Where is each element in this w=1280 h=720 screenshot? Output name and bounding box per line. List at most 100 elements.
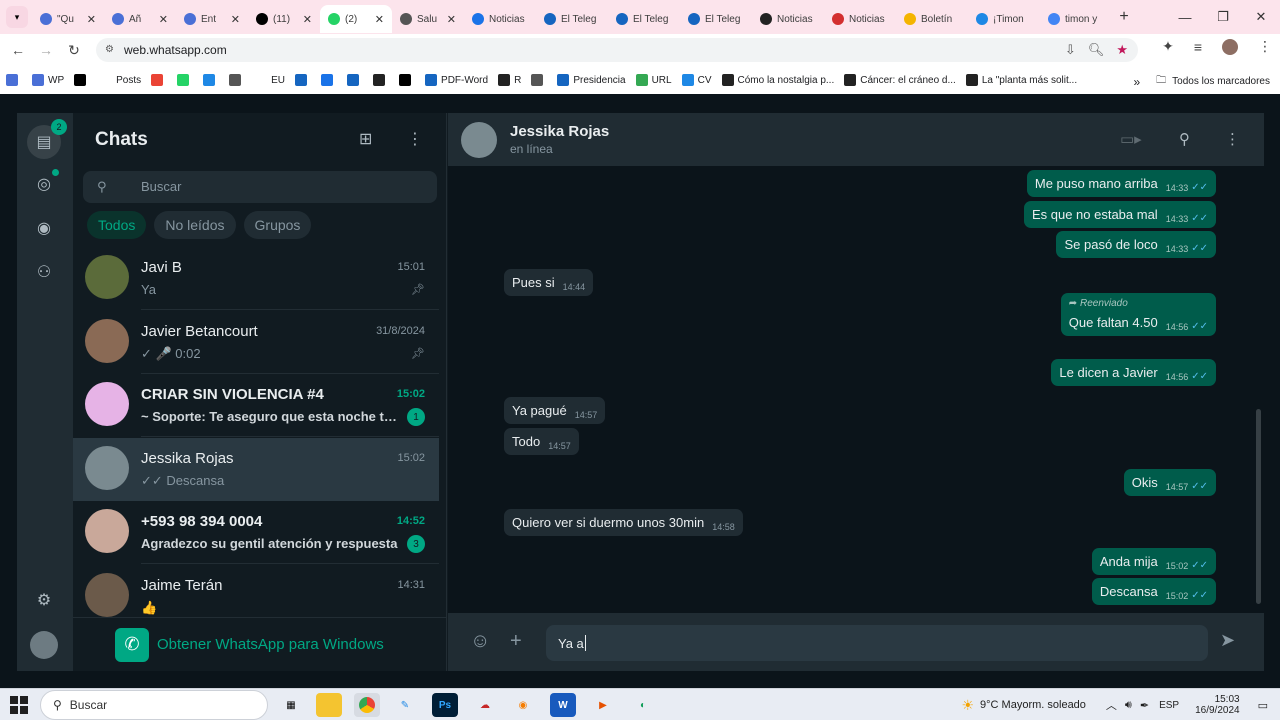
taskbar-search[interactable]: ⚲ Buscar xyxy=(40,690,268,720)
bookmark-item[interactable]: PDF-Word xyxy=(425,74,488,86)
site-info-icon[interactable]: ⚙ xyxy=(105,44,117,56)
bookmark-item[interactable] xyxy=(177,74,193,86)
tab-close-icon[interactable]: ✕ xyxy=(87,13,96,26)
language-indicator[interactable]: ESP xyxy=(1159,700,1179,711)
new-chat-icon[interactable]: ⊞ xyxy=(359,129,372,149)
task-view-icon[interactable]: ▦ xyxy=(278,693,304,717)
new-tab-button[interactable]: + xyxy=(1112,8,1136,26)
get-whatsapp-windows[interactable]: ✆ Obtener WhatsApp para Windows xyxy=(73,617,447,671)
browser-tab[interactable]: El Teleg xyxy=(608,5,680,33)
settings-icon[interactable]: ⚙ xyxy=(31,587,57,613)
browser-tab[interactable]: (2) ✕ xyxy=(320,5,392,33)
tab-close-icon[interactable]: ✕ xyxy=(231,13,240,26)
outgoing-message[interactable]: Se pasó de loco 14:33 ✓✓ xyxy=(1056,231,1216,258)
media-player-icon[interactable]: ▶ xyxy=(590,693,616,717)
chat-list-item[interactable]: Jessika Rojas ✓✓ Descansa 15:02 xyxy=(73,437,439,501)
tab-close-icon[interactable]: ✕ xyxy=(375,13,384,26)
emoji-icon[interactable]: ☺ xyxy=(470,630,490,653)
incoming-message[interactable]: Ya pagué 14:57 xyxy=(504,397,606,424)
browser-tab[interactable]: Noticias xyxy=(752,5,824,33)
tab-close-icon[interactable]: ✕ xyxy=(303,13,312,26)
reload-icon[interactable]: ↻ xyxy=(60,42,88,59)
notes-app-icon[interactable]: ✎ xyxy=(392,693,418,717)
incoming-message[interactable]: Todo 14:57 xyxy=(504,428,579,455)
incoming-message[interactable]: Quiero ver si duermo unos 30min 14:58 xyxy=(504,509,743,536)
url-bar[interactable]: ⚙ web.whatsapp.com ⇩ 🔍︎ ★ xyxy=(96,38,1138,62)
bookmark-item[interactable]: R xyxy=(498,74,521,86)
photoshop-icon[interactable]: Ps xyxy=(432,693,458,717)
browser-tab[interactable]: El Teleg xyxy=(680,5,752,33)
word-icon[interactable]: W xyxy=(550,693,576,717)
close-window-icon[interactable]: ✕ xyxy=(1242,9,1280,25)
pen-icon[interactable]: ✒ xyxy=(1140,699,1149,712)
browser-tab[interactable]: Boletín xyxy=(896,5,968,33)
chat-list-item[interactable]: +593 98 394 0004 Agradezco su gentil aten… xyxy=(73,501,439,564)
browser-tab[interactable]: Noticias xyxy=(824,5,896,33)
browser-menu-icon[interactable]: ⋮ xyxy=(1258,38,1272,55)
channels-icon[interactable]: ◉ xyxy=(31,215,57,241)
send-icon[interactable]: ➤ xyxy=(1220,630,1235,651)
zoom-icon[interactable]: 🔍︎ xyxy=(1088,42,1105,58)
bookmark-item[interactable] xyxy=(74,74,90,86)
outgoing-message[interactable]: Descansa 15:02 ✓✓ xyxy=(1091,578,1216,605)
browser-tab[interactable]: Añ ✕ xyxy=(104,5,176,33)
profile-avatar-icon[interactable] xyxy=(1222,38,1238,55)
cloud-app-icon[interactable]: ☁ xyxy=(472,693,498,717)
bookmark-item[interactable] xyxy=(295,74,311,86)
extensions-icon[interactable]: ✦ xyxy=(1162,38,1174,55)
tray-chevron-icon[interactable]: ︿ xyxy=(1106,697,1117,713)
outgoing-message[interactable]: ➦ Reenviado Que faltan 4.50 14:56 ✓✓ xyxy=(1060,293,1216,336)
conversation-header[interactable]: Jessika Rojas en línea ▭▸ ⚲ ⋮ xyxy=(448,113,1264,166)
browser-tab[interactable]: Noticias xyxy=(464,5,536,33)
restore-icon[interactable]: ❐ xyxy=(1204,9,1242,25)
chat-list-item[interactable]: Javi B Ya 15:01 📌︎ xyxy=(73,247,439,310)
minimize-icon[interactable]: — xyxy=(1166,10,1204,25)
outgoing-message[interactable]: Es que no estaba mal 14:33 ✓✓ xyxy=(1023,201,1216,228)
back-icon[interactable]: ← xyxy=(4,42,32,58)
message-input[interactable]: Ya a xyxy=(546,625,1208,661)
incoming-message[interactable]: Pues si 14:44 xyxy=(504,269,594,296)
tab-close-icon[interactable]: ✕ xyxy=(447,13,456,26)
chrome-icon[interactable] xyxy=(354,693,380,717)
bookmark-item[interactable]: Presidencia xyxy=(557,74,626,86)
bookmark-item[interactable] xyxy=(373,74,389,86)
browser-tab[interactable]: El Teleg xyxy=(536,5,608,33)
bookmark-item[interactable]: La "planta más solit... xyxy=(965,74,1077,86)
bookmark-item[interactable] xyxy=(6,74,22,86)
forward-icon[interactable]: → xyxy=(32,42,60,58)
bookmark-item[interactable] xyxy=(151,74,167,86)
attach-icon[interactable]: + xyxy=(510,630,522,653)
bookmark-star-icon[interactable]: ★ xyxy=(1116,42,1128,58)
scrollbar[interactable] xyxy=(1256,409,1261,604)
outgoing-message[interactable]: Anda mija 15:02 ✓✓ xyxy=(1091,548,1216,575)
file-explorer-icon[interactable] xyxy=(316,693,342,717)
volume-icon[interactable]: 🔊︎ xyxy=(1125,699,1132,712)
communities-icon[interactable]: ⚇ xyxy=(31,259,57,285)
outgoing-message[interactable]: Le dicen a Javier 14:56 ✓✓ xyxy=(1051,359,1216,386)
chats-rail-icon[interactable]: ▤ 2 xyxy=(27,119,67,159)
chat-list-item[interactable]: CRIAR SIN VIOLENCIA #4 ~ Soporte: Te aseg… xyxy=(73,374,439,437)
notifications-icon[interactable]: ▭ xyxy=(1258,699,1268,712)
install-app-icon[interactable]: ⇩ xyxy=(1065,42,1076,58)
bookmark-item[interactable] xyxy=(347,74,363,86)
contact-avatar[interactable] xyxy=(461,122,497,158)
tab-search-button[interactable]: ▾ xyxy=(6,6,28,28)
clock[interactable]: 15:03 16/9/2024 xyxy=(1195,694,1240,716)
outgoing-message[interactable]: Okis 14:57 ✓✓ xyxy=(1123,469,1216,496)
bookmark-item[interactable]: URL xyxy=(635,74,672,86)
outgoing-message[interactable]: Me puso mano arriba 14:33 ✓✓ xyxy=(1026,170,1216,197)
profile-avatar[interactable] xyxy=(30,631,58,659)
bookmark-item[interactable]: WP xyxy=(32,74,64,86)
chat-menu-icon[interactable]: ⋮ xyxy=(1225,130,1240,148)
tab-close-icon[interactable]: ✕ xyxy=(159,13,168,26)
menu-icon[interactable]: ⋮ xyxy=(407,129,423,149)
bookmark-item[interactable] xyxy=(203,74,219,86)
bookmark-item[interactable] xyxy=(321,74,337,86)
bookmark-item[interactable] xyxy=(399,74,415,86)
bookmarks-more-icon[interactable]: » xyxy=(1133,75,1140,89)
search-messages-icon[interactable]: ⚲ xyxy=(1179,130,1190,148)
bookmark-item[interactable]: EU xyxy=(255,74,285,86)
bookmark-item[interactable]: CV xyxy=(681,74,712,86)
weather-text[interactable]: 9°C Mayorm. soleado xyxy=(980,699,1086,711)
browser-tab[interactable]: ¡Timon xyxy=(968,5,1040,33)
